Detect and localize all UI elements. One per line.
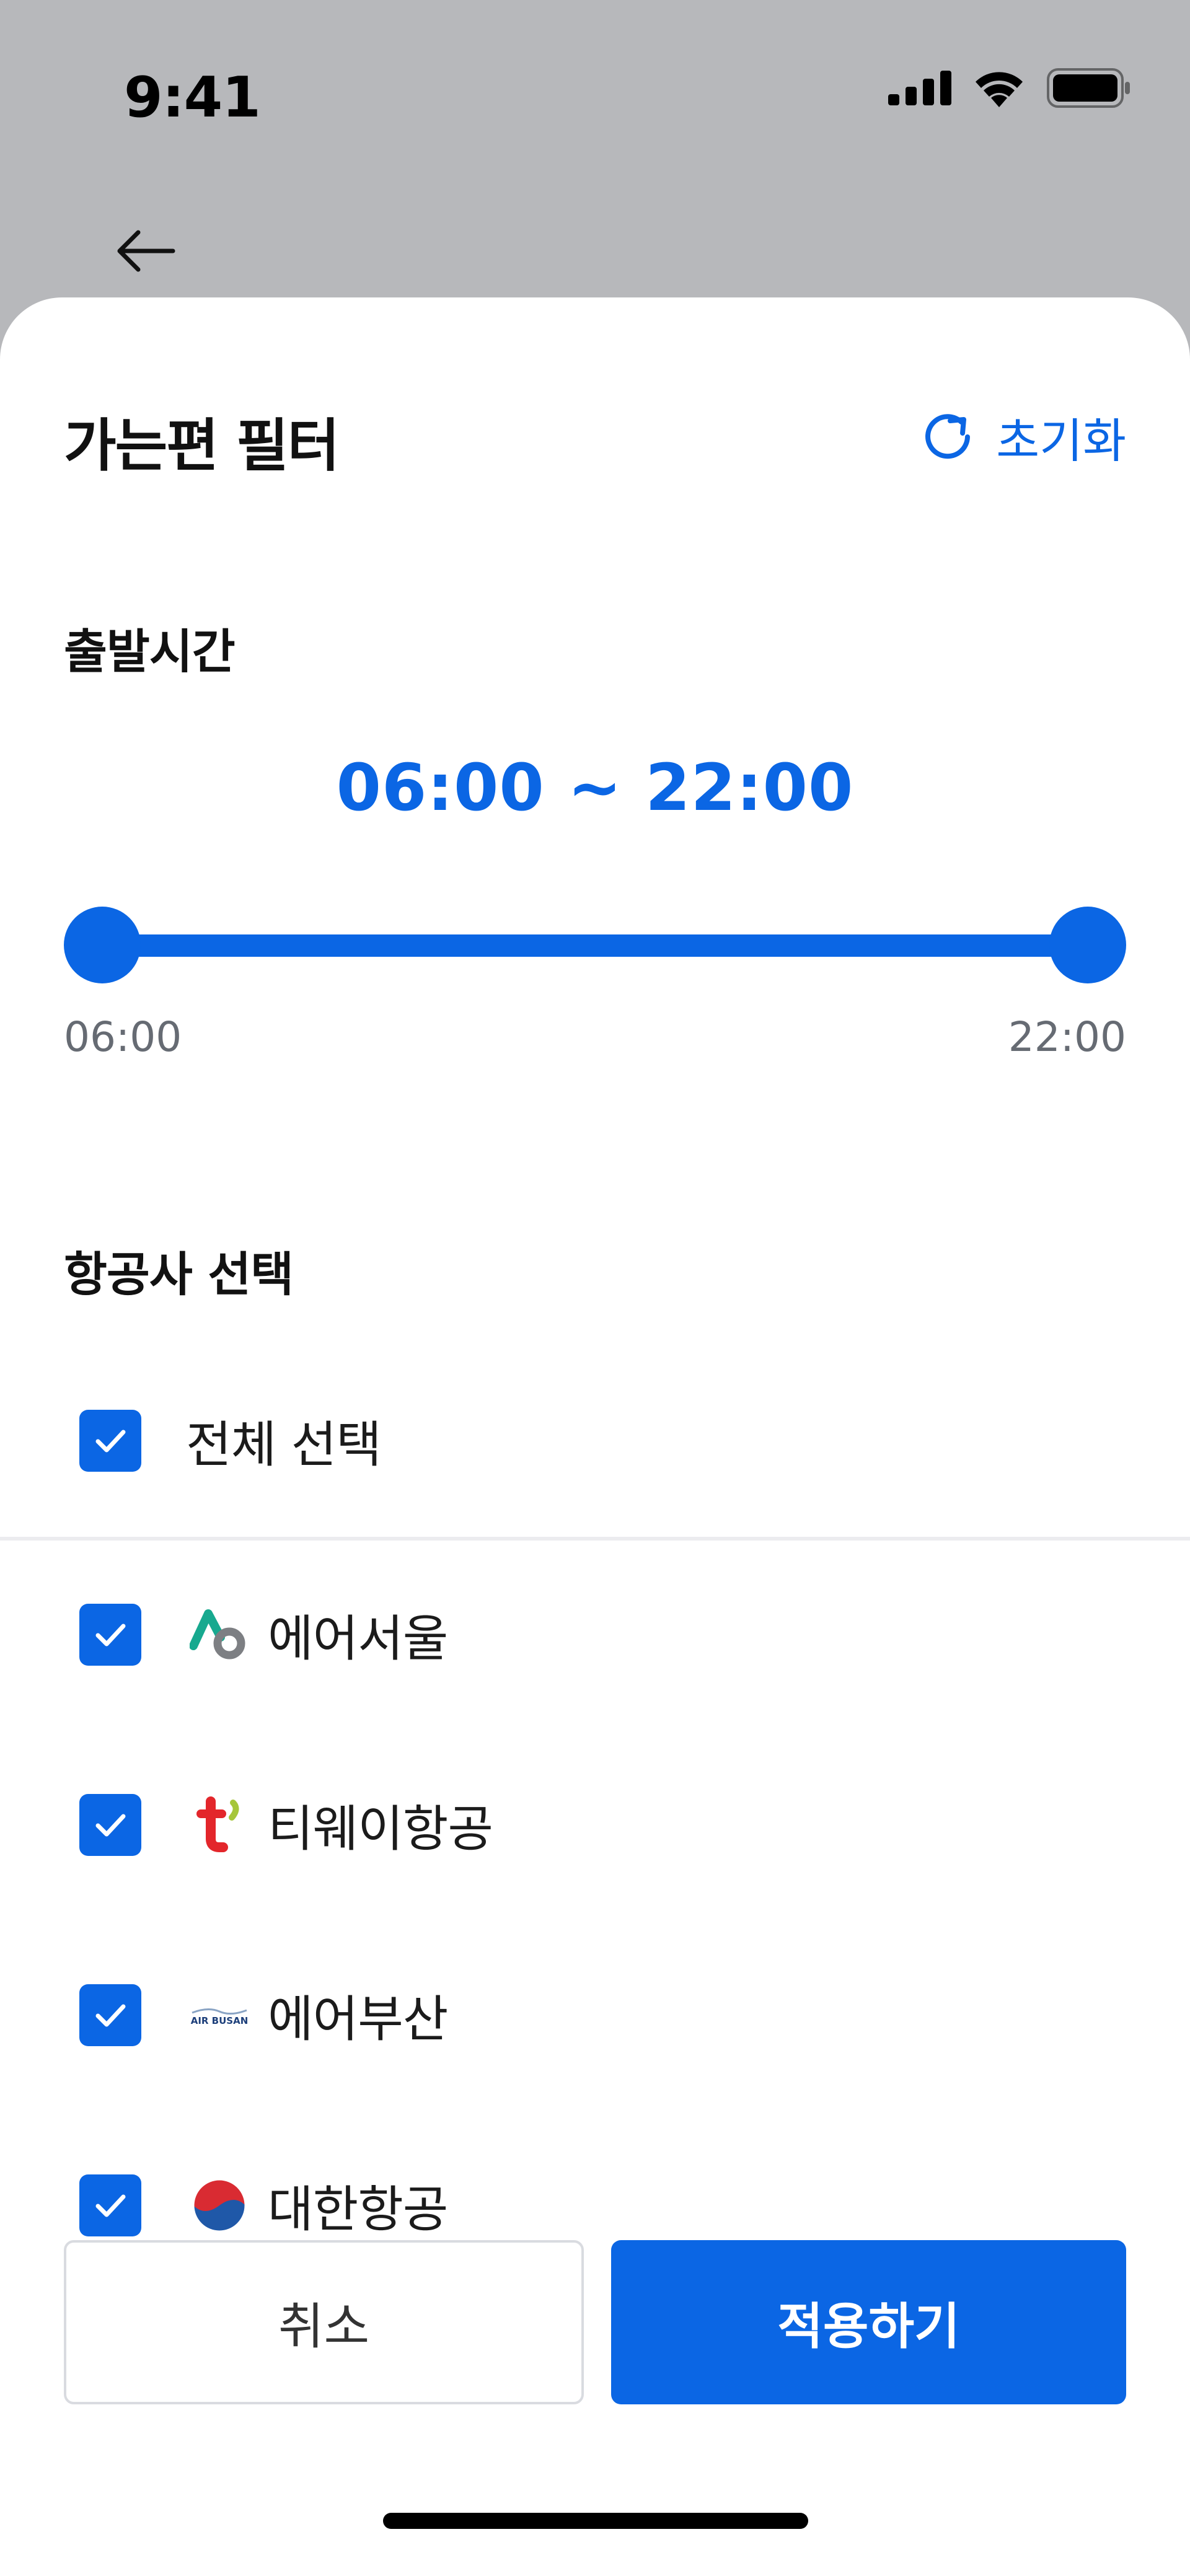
air-busan-logo-text: AIR BUSAN — [191, 2015, 249, 2026]
airline-section-title: 항공사 선택 — [64, 1247, 294, 1302]
airline-row-air-seoul[interactable]: 에어서울 — [79, 1598, 448, 1672]
airline-row-air-busan[interactable]: AIR BUSAN 에어부산 — [79, 1978, 448, 2052]
checkmark-icon — [95, 1624, 126, 1646]
slider-min-label: 06:00 — [64, 1013, 182, 1061]
departure-time-title: 출발시간 — [64, 624, 236, 679]
airline-checkbox[interactable] — [79, 1984, 141, 2046]
slider-track[interactable] — [101, 934, 1089, 957]
cancel-button[interactable]: 취소 — [64, 2240, 584, 2404]
divider — [0, 1537, 1190, 1541]
arrow-left-icon — [117, 230, 175, 272]
battery-icon — [1047, 68, 1130, 108]
slider-max-label: 22:00 — [1008, 1013, 1126, 1061]
airline-checkbox[interactable] — [79, 1794, 141, 1856]
airline-label: 티웨이항공 — [268, 1800, 493, 1858]
checkmark-icon — [95, 2194, 126, 2217]
sheet-title: 가는편 필터 — [64, 413, 340, 479]
filter-sheet: 가는편 필터 초기화 출발시간 06:00 ~ 22:00 06:00 22:0… — [0, 297, 1190, 2576]
slider-handle-end[interactable] — [1049, 907, 1126, 983]
korean-air-logo-icon — [190, 2176, 249, 2235]
select-all-checkbox[interactable] — [79, 1410, 141, 1472]
slider-handle-start[interactable] — [64, 907, 141, 983]
checkmark-icon — [95, 1430, 126, 1453]
airline-checkbox[interactable] — [79, 1604, 141, 1666]
air-busan-logo-icon: AIR BUSAN — [190, 1985, 249, 2045]
airline-row-tway[interactable]: 티웨이항공 — [79, 1788, 493, 1862]
wifi-icon — [976, 72, 1023, 107]
back-button[interactable] — [105, 211, 186, 291]
footer-buttons: 취소 적용하기 — [64, 2240, 1126, 2404]
air-seoul-logo-icon — [190, 1605, 249, 1664]
home-indicator — [383, 2513, 808, 2529]
status-bar: 9:41 — [0, 0, 1190, 186]
select-all-row[interactable]: 전체 선택 — [79, 1404, 382, 1478]
reset-label: 초기화 — [996, 413, 1126, 468]
tway-logo-icon — [190, 1795, 249, 1855]
status-icons — [888, 68, 1131, 108]
select-all-label: 전체 선택 — [186, 1416, 382, 1474]
airline-label: 에어서울 — [268, 1610, 448, 1668]
refresh-icon — [925, 414, 971, 459]
cellular-signal-icon — [888, 71, 951, 105]
airline-row-korean-air[interactable]: 대한항공 — [79, 2168, 448, 2243]
apply-button[interactable]: 적용하기 — [611, 2240, 1126, 2404]
airline-label: 대한항공 — [268, 2181, 448, 2238]
checkmark-icon — [95, 1814, 126, 1837]
checkmark-icon — [95, 2004, 126, 2027]
departure-time-slider[interactable] — [64, 905, 1126, 985]
status-time: 9:41 — [124, 65, 261, 130]
time-range-display: 06:00 ~ 22:00 — [336, 750, 854, 825]
airline-label: 에어부산 — [268, 1990, 448, 2048]
reset-button[interactable]: 초기화 — [918, 403, 1126, 471]
airline-checkbox[interactable] — [79, 2174, 141, 2236]
